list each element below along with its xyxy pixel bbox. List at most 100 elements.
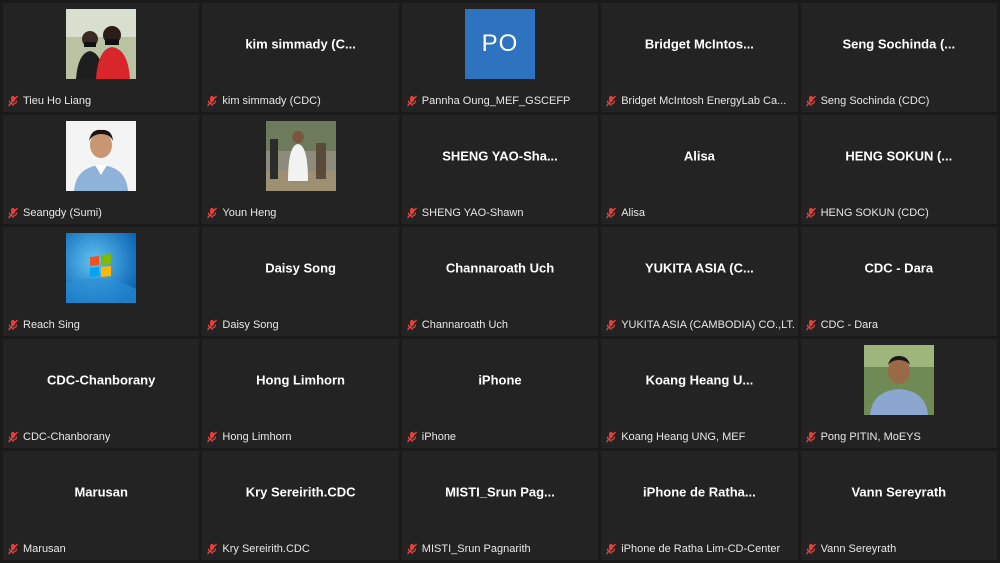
- microphone-muted-icon: [206, 319, 218, 331]
- participant-tile[interactable]: Marusan Marusan: [3, 451, 200, 560]
- participant-name-label: Koang Heang UNG, MEF: [605, 429, 793, 445]
- participant-name-label: Seangdy (Sumi): [7, 205, 195, 221]
- participant-tile[interactable]: iPhone de Ratha... iPhone de Ratha Lim-CD…: [601, 451, 798, 560]
- participant-name-label: Daisy Song: [206, 317, 394, 333]
- participant-name-text: YUKITA ASIA (CAMBODIA) CO.,LT...: [621, 319, 794, 331]
- microphone-muted-icon: [206, 207, 218, 219]
- avatar-photo: [66, 121, 137, 191]
- participant-name-text: Hong Limhorn: [222, 431, 292, 443]
- avatar-photo: [66, 9, 137, 79]
- participant-name-text: Pannha Oung_MEF_GSCEFP: [421, 95, 571, 107]
- microphone-muted-icon: [805, 207, 817, 219]
- microphone-muted-icon: [406, 431, 418, 443]
- participant-name-label: Channaroath Uch: [406, 317, 594, 333]
- participant-name-label: Pong PITIN, MoEYS: [805, 429, 993, 445]
- participant-tile[interactable]: CDC - Dara CDC - Dara: [800, 227, 997, 336]
- microphone-muted-icon: [805, 431, 817, 443]
- participant-tile[interactable]: Alisa Alisa: [601, 115, 798, 224]
- avatar-photo: [66, 233, 137, 303]
- participant-tile[interactable]: CDC-Chanborany CDC-Chanborany: [3, 339, 200, 448]
- participant-name-label: YUKITA ASIA (CAMBODIA) CO.,LT...: [605, 317, 794, 333]
- participant-name-text: Seangdy (Sumi): [23, 207, 102, 219]
- participant-name-label: SHENG YAO-Shawn: [406, 205, 594, 221]
- participant-display-name: Channaroath Uch: [445, 260, 555, 276]
- participant-display-name: Koang Heang U...: [645, 372, 754, 388]
- microphone-muted-icon: [7, 207, 19, 219]
- participant-tile[interactable]: YUKITA ASIA (C... YUKITA ASIA (CAMBODIA) …: [601, 227, 798, 336]
- participant-tile[interactable]: Hong Limhorn Hong Limhorn: [202, 339, 399, 448]
- participant-display-name: MISTI_Srun Pag...: [445, 484, 555, 500]
- participant-name-label: Kry Sereirith.CDC: [206, 541, 394, 557]
- participant-display-name: Alisa: [683, 148, 715, 164]
- microphone-muted-icon: [7, 95, 19, 107]
- microphone-muted-icon: [805, 543, 817, 555]
- participant-tile[interactable]: HENG SOKUN (... HENG SOKUN (CDC): [800, 115, 997, 224]
- participant-name-text: MISTI_Srun Pagnarith: [421, 543, 531, 555]
- participant-name-label: HENG SOKUN (CDC): [805, 205, 993, 221]
- participant-name-label: iPhone: [406, 429, 594, 445]
- participant-tile[interactable]: Daisy Song Daisy Song: [202, 227, 399, 336]
- gallery-view-grid: Tieu Ho Liang kim simmady (C... kim simmad…: [0, 0, 1000, 563]
- participant-name-text: iPhone de Ratha Lim-CD-Center: [621, 543, 781, 555]
- participant-tile[interactable]: Youn Heng: [202, 115, 399, 224]
- participant-tile[interactable]: Kry Sereirith.CDC Kry Sereirith.CDC: [202, 451, 399, 560]
- microphone-muted-icon: [605, 95, 617, 107]
- participant-name-label: kim simmady (CDC): [206, 93, 394, 109]
- participant-tile[interactable]: SHENG YAO-Sha... SHENG YAO-Shawn: [401, 115, 599, 224]
- microphone-muted-icon: [206, 431, 218, 443]
- participant-tile[interactable]: Koang Heang U... Koang Heang UNG, MEF: [601, 339, 798, 448]
- participant-name-text: Koang Heang UNG, MEF: [621, 431, 746, 443]
- microphone-muted-icon: [7, 543, 19, 555]
- participant-tile[interactable]: kim simmady (C... kim simmady (CDC): [202, 3, 399, 112]
- participant-name-label: Pannha Oung_MEF_GSCEFP: [406, 93, 594, 109]
- participant-tile[interactable]: PO Pannha Oung_MEF_GSCEFP: [401, 3, 599, 112]
- participant-tile[interactable]: Seng Sochinda (... Seng Sochinda (CDC): [800, 3, 997, 112]
- participant-display-name: iPhone de Ratha...: [643, 484, 756, 500]
- avatar-photo: [863, 345, 934, 415]
- participant-name-text: CDC - Dara: [820, 319, 879, 331]
- participant-name-text: Alisa: [621, 207, 646, 219]
- participant-name-text: CDC-Chanborany: [23, 431, 111, 443]
- microphone-muted-icon: [7, 319, 19, 331]
- participant-name-label: Bridget McIntosh EnergyLab Ca...: [605, 93, 793, 109]
- participant-name-label: Youn Heng: [206, 205, 394, 221]
- microphone-muted-icon: [406, 319, 418, 331]
- participant-name-text: Kry Sereirith.CDC: [222, 543, 310, 555]
- participant-display-name: Vann Sereyrath: [851, 484, 947, 500]
- participant-display-name: HENG SOKUN (...: [845, 148, 953, 164]
- microphone-muted-icon: [605, 543, 617, 555]
- participant-name-text: iPhone: [421, 431, 457, 443]
- participant-display-name: Kry Sereirith.CDC: [245, 484, 356, 500]
- participant-name-label: Tieu Ho Liang: [7, 93, 195, 109]
- participant-tile[interactable]: MISTI_Srun Pag... MISTI_Srun Pagnarith: [401, 451, 599, 560]
- participant-tile[interactable]: Pong PITIN, MoEYS: [800, 339, 997, 448]
- participant-display-name: CDC-Chanborany: [47, 372, 156, 388]
- participant-display-name: kim simmady (C...: [245, 36, 356, 52]
- microphone-muted-icon: [805, 95, 817, 107]
- avatar-photo: [265, 121, 336, 191]
- participant-tile[interactable]: Seangdy (Sumi): [3, 115, 200, 224]
- participant-name-text: SHENG YAO-Shawn: [421, 207, 524, 219]
- participant-name-label: MISTI_Srun Pagnarith: [406, 541, 594, 557]
- participant-tile[interactable]: iPhone iPhone: [401, 339, 599, 448]
- participant-name-label: CDC-Chanborany: [7, 429, 195, 445]
- participant-tile[interactable]: Reach Sing: [3, 227, 200, 336]
- microphone-muted-icon: [605, 431, 617, 443]
- participant-name-label: Marusan: [7, 541, 195, 557]
- participant-name-label: Reach Sing: [7, 317, 195, 333]
- participant-tile[interactable]: Bridget McIntos... Bridget McIntosh Energ…: [601, 3, 798, 112]
- microphone-muted-icon: [605, 207, 617, 219]
- participant-display-name: YUKITA ASIA (C...: [644, 260, 754, 276]
- participant-name-label: Seng Sochinda (CDC): [805, 93, 993, 109]
- participant-name-text: Tieu Ho Liang: [23, 95, 92, 107]
- participant-tile[interactable]: Tieu Ho Liang: [3, 3, 200, 112]
- participant-display-name: iPhone: [478, 372, 522, 388]
- participant-tile[interactable]: Vann Sereyrath Vann Sereyrath: [800, 451, 997, 560]
- participant-name-text: Marusan: [23, 543, 66, 555]
- microphone-muted-icon: [206, 95, 218, 107]
- participant-name-text: Seng Sochinda (CDC): [820, 95, 930, 107]
- participant-display-name: Hong Limhorn: [256, 372, 345, 388]
- microphone-muted-icon: [605, 319, 617, 331]
- participant-name-label: Vann Sereyrath: [805, 541, 993, 557]
- participant-tile[interactable]: Channaroath Uch Channaroath Uch: [401, 227, 599, 336]
